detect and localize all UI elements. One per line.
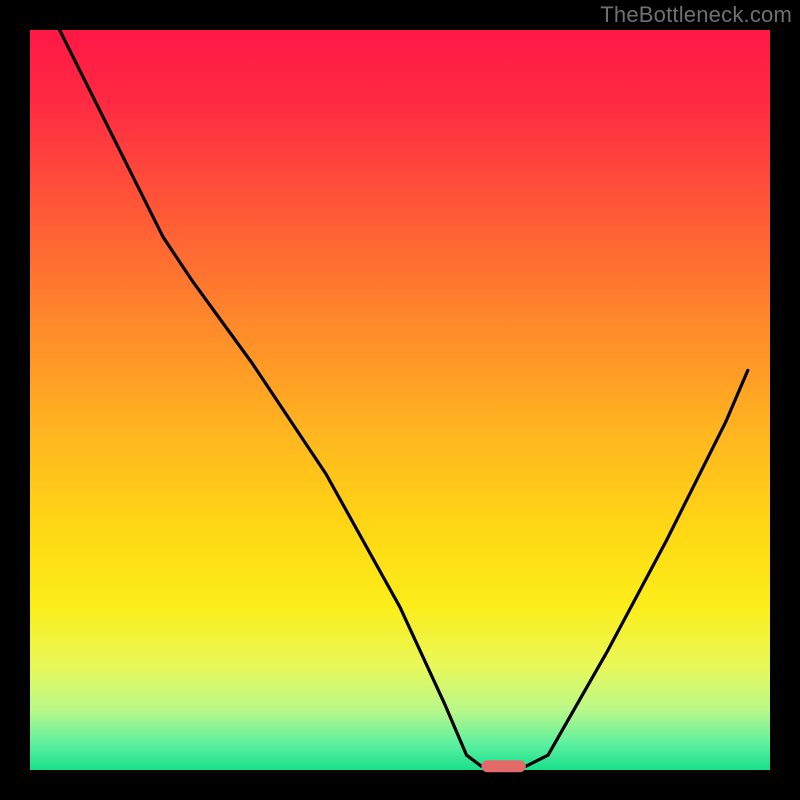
watermark-text: TheBottleneck.com (600, 2, 792, 28)
optimal-marker (481, 760, 525, 772)
plot-background (30, 30, 770, 770)
bottleneck-chart (0, 0, 800, 800)
chart-frame: TheBottleneck.com (0, 0, 800, 800)
